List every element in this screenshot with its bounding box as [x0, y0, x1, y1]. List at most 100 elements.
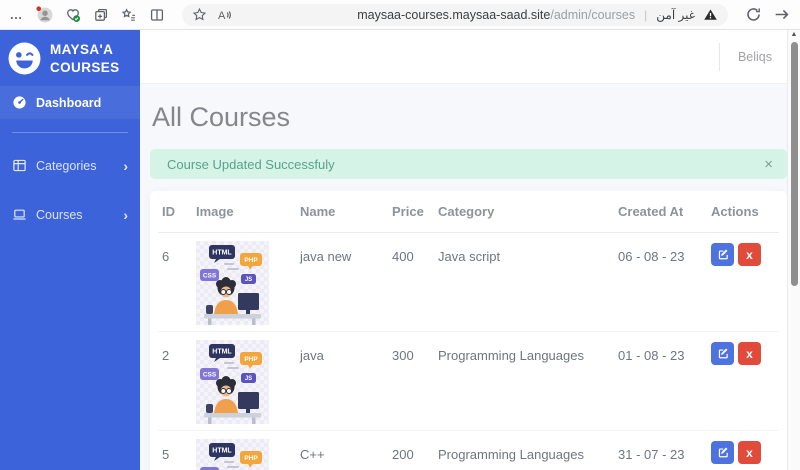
- cell-actions: x: [707, 232, 779, 332]
- smiley-logo-icon: [8, 42, 41, 75]
- svg-text:PHP: PHP: [244, 455, 258, 462]
- col-image: Image: [192, 191, 296, 233]
- cell-name: java: [296, 331, 388, 431]
- favorites-icon[interactable]: [120, 6, 137, 23]
- collections-icon[interactable]: [92, 6, 109, 23]
- table-row: 5 HTML PHP CSS JS: [158, 431, 779, 470]
- cell-created-at: 06 - 08 - 23: [614, 232, 707, 332]
- sidebar: MAYSA'A COURSES Dashboard Categories › C…: [0, 30, 140, 470]
- delete-button[interactable]: x: [738, 243, 761, 266]
- success-alert: Course Updated Successfuly ×: [150, 149, 787, 179]
- forward-arrow-icon[interactable]: [773, 6, 790, 23]
- svg-text:PHP: PHP: [244, 356, 258, 363]
- page-scrollbar[interactable]: ▲: [787, 30, 800, 470]
- col-created-at: Created At: [614, 191, 707, 233]
- cell-image: HTML PHP CSS JS: [192, 331, 296, 431]
- courses-table-card: ID Image Name Price Category Created At …: [150, 191, 787, 470]
- user-menu[interactable]: Beliqs: [718, 42, 772, 71]
- edit-button[interactable]: [711, 342, 734, 365]
- delete-button[interactable]: x: [738, 342, 761, 365]
- course-illustration: HTML PHP CSS JS: [196, 439, 269, 470]
- page-title: All Courses: [152, 102, 291, 132]
- cell-image: HTML PHP CSS JS: [192, 431, 296, 470]
- pencil-square-icon: [718, 447, 728, 458]
- reload-icon[interactable]: [745, 6, 762, 23]
- cell-id: 6: [158, 232, 192, 332]
- table-header-row: ID Image Name Price Category Created At …: [158, 191, 779, 233]
- cell-created-at: 01 - 08 - 23: [614, 331, 707, 431]
- cell-created-at: 31 - 07 - 23: [618, 447, 685, 462]
- pencil-square-icon: [718, 348, 728, 359]
- cell-image: HTML PHP CSS JS: [192, 232, 296, 332]
- url-host: maysaa-courses.maysaa-saad.site: [357, 7, 551, 22]
- svg-text:CSS: CSS: [203, 371, 217, 378]
- pencil-square-icon: [718, 249, 728, 260]
- scroll-up-arrow[interactable]: ▲: [788, 31, 800, 38]
- avatar-icon: [36, 6, 53, 23]
- admin-app: MAYSA'A COURSES Dashboard Categories › C…: [0, 30, 800, 470]
- svg-text:CSS: CSS: [203, 272, 217, 279]
- edit-button[interactable]: [711, 243, 734, 266]
- url-separator: |: [644, 7, 648, 22]
- read-aloud-icon[interactable]: A: [215, 6, 232, 23]
- col-price: Price: [388, 191, 434, 233]
- topbar: Beliqs: [140, 30, 800, 84]
- split-screen-icon[interactable]: [148, 6, 165, 23]
- sidebar-item-dashboard[interactable]: Dashboard: [0, 86, 140, 120]
- cell-price: 200: [392, 447, 414, 462]
- url-path: /admin/courses: [550, 7, 636, 22]
- course-illustration: HTML PHP CSS JS: [196, 340, 269, 424]
- address-bar[interactable]: A maysaa-courses.maysaa-saad.site/admin/…: [182, 3, 728, 26]
- sidebar-item-label: Dashboard: [36, 95, 102, 110]
- more-icon[interactable]: …: [8, 6, 25, 23]
- course-illustration: HTML PHP CSS JS: [196, 241, 269, 325]
- cell-price: 300: [388, 331, 434, 431]
- svg-text:A: A: [218, 10, 226, 22]
- alert-message: Course Updated Successfuly: [167, 156, 335, 172]
- cell-category: Java script: [434, 232, 614, 332]
- col-id: ID: [158, 191, 192, 233]
- col-actions: Actions: [707, 191, 779, 233]
- cell-actions: x: [707, 331, 779, 431]
- categories-grid-icon: [13, 159, 26, 172]
- svg-text:JS: JS: [245, 277, 252, 283]
- table-row: 6 HTML PHP CSS JS java new 400 Java scri…: [158, 232, 779, 332]
- sidebar-divider: [12, 132, 128, 134]
- svg-text:PHP: PHP: [244, 257, 258, 264]
- alert-close-button[interactable]: ×: [764, 157, 773, 172]
- brand-name: MAYSA'A COURSES: [50, 42, 120, 75]
- cell-category: Programming Languages: [434, 331, 614, 431]
- courses-laptop-icon: [13, 209, 26, 220]
- profile-avatar[interactable]: [36, 6, 53, 23]
- security-label[interactable]: غير آمن: [656, 8, 695, 22]
- col-name: Name: [296, 191, 388, 233]
- warning-triangle-icon[interactable]: [702, 6, 719, 23]
- cell-actions: x: [707, 431, 779, 470]
- sidebar-item-label: Courses: [36, 207, 83, 222]
- delete-button[interactable]: x: [738, 441, 761, 464]
- col-category: Category: [434, 191, 614, 233]
- cell-price: 400: [388, 232, 434, 332]
- sidebar-item-label: Categories: [36, 158, 97, 173]
- cell-name: java new: [296, 232, 388, 332]
- chevron-right-icon: ›: [123, 206, 128, 223]
- favorite-star-icon[interactable]: [191, 6, 208, 23]
- cell-category: Programming Languages: [438, 447, 584, 462]
- cell-id: 2: [158, 331, 192, 431]
- edit-button[interactable]: [711, 441, 734, 464]
- browser-toolbar: … A maysaa-courses.maysaa-saad.site/admi…: [0, 0, 800, 30]
- sidebar-item-courses[interactable]: Courses ›: [0, 198, 140, 231]
- chevron-right-icon: ›: [123, 157, 128, 174]
- browser-essentials-icon[interactable]: [64, 6, 81, 23]
- main-area: Beliqs All Courses Course Updated Succes…: [140, 30, 800, 470]
- scrollbar-thumb[interactable]: [791, 42, 798, 286]
- content: All Courses Course Updated Successfuly ×…: [140, 84, 800, 470]
- svg-text:HTML: HTML: [212, 448, 232, 455]
- table-row: 2 HTML PHP CSS JS java 300 Programming L…: [158, 331, 779, 431]
- cell-id: 5: [162, 447, 170, 462]
- url-text: maysaa-courses.maysaa-saad.site/admin/co…: [357, 8, 635, 22]
- svg-text:HTML: HTML: [212, 349, 232, 356]
- sidebar-item-categories[interactable]: Categories ›: [0, 149, 140, 182]
- brand[interactable]: MAYSA'A COURSES: [0, 30, 140, 86]
- svg-text:JS: JS: [245, 376, 252, 382]
